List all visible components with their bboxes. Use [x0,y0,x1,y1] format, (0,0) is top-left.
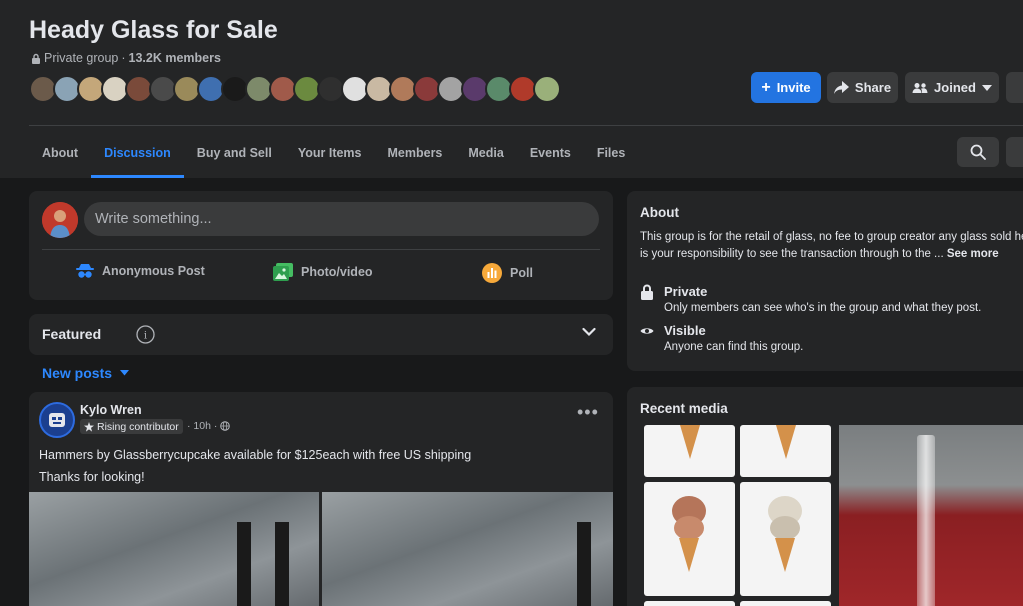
tab-about[interactable]: About [29,127,91,178]
media-thumbnail[interactable] [644,482,735,596]
caret-down-icon [981,84,992,91]
tab-discussion[interactable]: Discussion [91,127,184,178]
separator-dot: · [121,51,126,65]
caret-down-icon [120,370,130,376]
search-icon [970,144,986,160]
tab-buy-and-sell[interactable]: Buy and Sell [184,127,285,178]
about-title: About [640,205,679,220]
media-photo-glass[interactable] [839,425,1023,606]
tabs-more-button[interactable] [1006,137,1023,167]
eye-icon [640,328,654,334]
tab-members[interactable]: Members [375,127,456,178]
feed-post: Kylo Wren Rising contributor · 10h · •••… [29,392,613,606]
lock-icon [641,284,653,300]
about-description: This group is for the retail of glass, n… [640,231,1023,260]
svg-text:i: i [144,331,147,342]
recent-media-card: Recent media [627,387,1023,606]
chevron-down-icon[interactable] [582,327,596,337]
person-photo-icon [42,202,78,238]
people-icon [912,82,928,93]
see-more-link[interactable]: See more [947,248,999,260]
write-something-input[interactable]: Write something... [84,202,599,236]
search-button[interactable] [957,137,999,167]
post-options-icon[interactable]: ••• [577,402,599,423]
post-body: Hammers by Glassberrycupcake available f… [39,448,472,484]
about-card: About This group is for the retail of gl… [627,191,1023,371]
member-count[interactable]: 13.2K members [129,51,221,65]
lock-icon [32,53,40,64]
user-avatar[interactable] [42,202,78,238]
group-tabs: About Discussion Buy and Sell Your Items… [29,127,638,178]
post-photo[interactable] [322,492,613,606]
anonymous-post-button[interactable]: Anonymous Post [76,263,205,279]
recent-media-title: Recent media [640,401,728,416]
plus-icon: + [761,78,771,96]
privacy-label: Private group [44,51,119,65]
tab-events[interactable]: Events [517,127,584,178]
media-thumbnail[interactable] [740,482,831,596]
media-thumbnail[interactable] [644,425,735,477]
member-avatars[interactable] [29,75,561,103]
composer-divider [42,249,600,250]
media-thumbnail[interactable] [644,601,735,606]
visibility-info: Visible Anyone can find this group. [640,323,803,353]
globe-icon [220,421,231,431]
media-thumbnail[interactable] [740,425,831,477]
contributor-badge[interactable]: Rising contributor [80,419,183,434]
sort-dropdown[interactable]: New posts [42,365,130,381]
tab-files[interactable]: Files [584,127,639,178]
post-composer: Write something... Anonymous Post Photo/… [29,191,613,300]
avatar[interactable] [533,75,561,103]
tab-your-items[interactable]: Your Items [285,127,375,178]
invite-button[interactable]: + Invite [751,72,821,103]
photo-icon [273,263,293,281]
poll-button[interactable]: Poll [482,263,533,283]
share-arrow-icon [833,81,849,94]
group-title[interactable]: Heady Glass for Sale [29,16,278,45]
media-thumbnail[interactable] [740,601,831,606]
info-icon[interactable]: i [136,325,155,344]
header-divider [29,125,1023,126]
featured-label: Featured [42,326,102,342]
post-time[interactable]: · 10h · [187,420,217,432]
featured-section[interactable]: Featured i [29,314,613,355]
post-meta: · 10h · [187,420,231,432]
robot-avatar-icon [49,413,65,427]
post-author-name[interactable]: Kylo Wren [80,403,142,417]
anonymous-icon [76,264,94,278]
post-photo[interactable] [29,492,319,606]
poll-icon [482,263,502,283]
author-avatar[interactable] [39,402,75,438]
joined-button[interactable]: Joined [905,72,999,103]
group-header: Heady Glass for Sale Private group · 13.… [0,0,1023,178]
more-options-button[interactable] [1006,72,1023,103]
photo-video-button[interactable]: Photo/video [273,263,373,281]
share-button[interactable]: Share [827,72,898,103]
group-subline: Private group · 13.2K members [31,51,221,65]
tab-media[interactable]: Media [455,127,516,178]
star-icon [84,421,94,432]
privacy-info: Private Only members can see who's in th… [640,284,981,314]
